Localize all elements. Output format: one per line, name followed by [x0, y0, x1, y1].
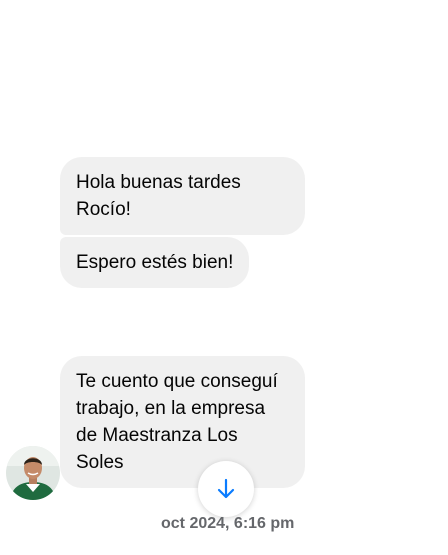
- message-bubble[interactable]: Espero estés bien!: [60, 237, 250, 288]
- scroll-down-button[interactable]: [198, 461, 254, 517]
- arrow-down-icon: [217, 478, 235, 499]
- avatar[interactable]: [6, 446, 60, 500]
- person-icon: [6, 446, 60, 500]
- message-text: Hola buenas tardes Rocío!: [76, 172, 241, 220]
- message-bubble[interactable]: Hola buenas tardes Rocío!: [60, 157, 305, 235]
- chat-area: Hola buenas tardes Rocío! Espero estés b…: [0, 0, 448, 555]
- message-text: Espero estés bien!: [76, 252, 234, 273]
- message-timestamp: oct 2024, 6:16 pm: [161, 515, 295, 532]
- message-text: Te cuento que conseguí trabajo, en la em…: [76, 371, 278, 473]
- message-bubble[interactable]: Te cuento que conseguí trabajo, en la em…: [60, 356, 305, 488]
